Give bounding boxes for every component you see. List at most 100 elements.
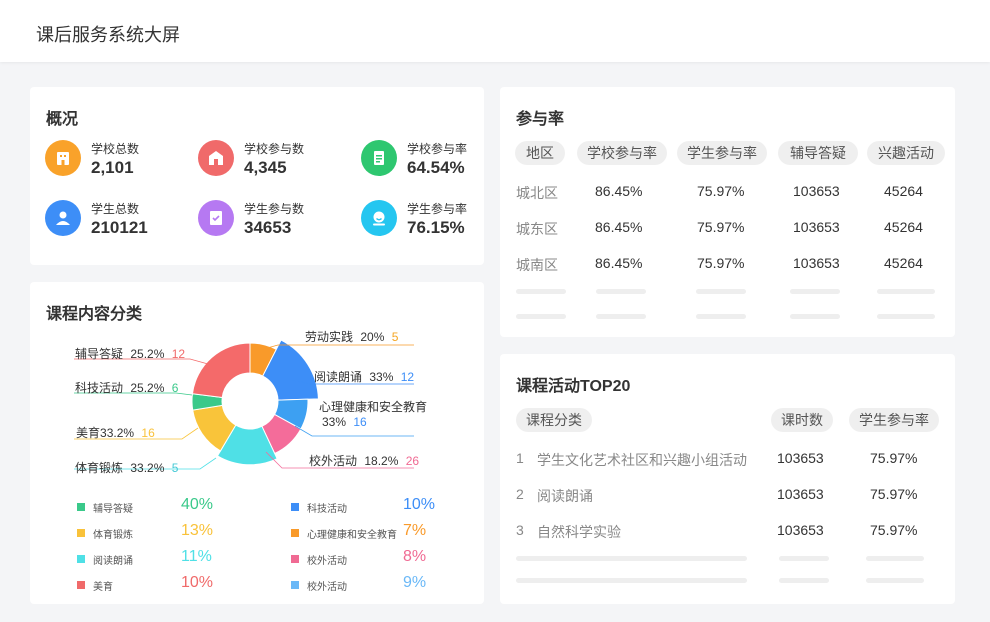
- course-content-card: 课程内容分类 劳动实践 20% 5 阅读朗诵 33% 12 心理健康和安全教育 …: [30, 282, 484, 604]
- legend-item: 校外活动 9%: [291, 574, 471, 594]
- slice-pct: 33%: [322, 415, 347, 429]
- slice-label-arts: 美育33.2% 16: [76, 424, 155, 441]
- table-cell: 45264: [884, 183, 923, 199]
- slice-name: 劳动实践: [305, 330, 354, 344]
- placeholder-bar: [866, 578, 924, 583]
- stat-label: 学生总数: [91, 202, 140, 216]
- stat-school-participation: 学校参与数 4,345: [198, 140, 348, 184]
- legend-pct: 40%: [181, 496, 214, 513]
- table-cell: 86.45%: [595, 255, 643, 271]
- course-name: 自然科学实验: [537, 524, 621, 540]
- slice-name: 辅导答疑: [75, 347, 124, 361]
- table-cell: 城南区: [516, 257, 558, 273]
- legend-item: 校外活动 8%: [291, 548, 471, 568]
- page-title: 课后服务系统大屏: [36, 25, 180, 45]
- slice-name: 体育锻炼: [75, 461, 124, 475]
- slice-label-mental-health-values: 33% 16: [322, 415, 367, 429]
- column-header[interactable]: 辅导答疑: [778, 141, 858, 165]
- overview-title: 概况: [46, 111, 79, 128]
- slice-pct: 33.2%: [130, 461, 165, 475]
- rank-number: 3: [516, 522, 524, 538]
- legend-label: 体育锻炼: [93, 530, 133, 541]
- stat-value: 4,345: [244, 158, 287, 177]
- legend-swatch: [77, 581, 85, 589]
- placeholder-bar: [696, 314, 746, 319]
- stat-label: 学校参与数: [244, 142, 305, 156]
- table-cell: 75.97%: [697, 183, 745, 199]
- column-header[interactable]: 兴趣活动: [867, 141, 945, 165]
- column-header[interactable]: 学生参与率: [677, 141, 767, 165]
- table-cell: 75.97%: [697, 255, 745, 271]
- column-header[interactable]: 课程分类: [516, 408, 592, 432]
- placeholder-bar: [779, 556, 829, 561]
- placeholder-bar: [790, 289, 840, 294]
- stat-value: 210121: [91, 218, 148, 237]
- stat-label: 学生参与率: [407, 202, 468, 216]
- legend-swatch: [291, 555, 299, 563]
- stat-school-rate: 学校参与率 64.54%: [361, 140, 511, 184]
- placeholder-bar: [596, 314, 646, 319]
- course-name: 阅读朗诵: [537, 488, 593, 504]
- table-cell: 城北区: [516, 185, 558, 201]
- table-cell: 103653: [777, 522, 824, 538]
- table-cell: 86.45%: [595, 183, 643, 199]
- legend-item: 辅导答疑 40%: [77, 496, 257, 516]
- slice-name: 美育: [76, 426, 101, 440]
- slice-name: 校外活动: [309, 454, 358, 468]
- slice-name: 阅读朗诵: [314, 370, 363, 384]
- legend-label: 阅读朗诵: [93, 556, 133, 567]
- column-header[interactable]: 地区: [515, 141, 565, 165]
- slice-name: 科技活动: [75, 381, 124, 395]
- column-header[interactable]: 学生参与率: [849, 408, 939, 432]
- slice-label-labor: 劳动实践 20% 5: [305, 328, 398, 345]
- table-cell: 103653: [777, 486, 824, 502]
- table-cell: 103653: [793, 255, 840, 271]
- slice-pct: 25.2%: [130, 347, 165, 361]
- top20-card: 课程活动TOP20 课程分类 课时数 学生参与率 1 学生文化艺术社区和兴趣小组…: [500, 354, 955, 604]
- legend-label: 美育: [93, 582, 113, 593]
- legend-pct: 9%: [403, 574, 427, 591]
- stat-value: 64.54%: [407, 158, 465, 177]
- legend-pct: 7%: [403, 522, 427, 539]
- legend-label: 校外活动: [307, 582, 347, 593]
- slice-pct: 33%: [369, 370, 394, 384]
- slice-label-tutoring: 辅导答疑 25.2% 12: [75, 345, 185, 362]
- legend-swatch: [291, 581, 299, 589]
- placeholder-bar: [596, 289, 646, 294]
- donut-slice[interactable]: [191, 342, 251, 399]
- column-header[interactable]: 课时数: [771, 408, 833, 432]
- legend-label: 科技活动: [307, 504, 347, 515]
- rank-number: 1: [516, 450, 524, 466]
- placeholder-bar: [516, 314, 566, 319]
- stat-label: 学校总数: [91, 142, 140, 156]
- legend-item: 科技活动 10%: [291, 496, 471, 516]
- legend-item: 体育锻炼 13%: [77, 522, 257, 542]
- placeholder-bar: [516, 578, 747, 583]
- rank-number: 2: [516, 486, 524, 502]
- document-icon: [361, 140, 397, 176]
- slice-num: 5: [171, 461, 179, 475]
- table-cell: 86.45%: [595, 219, 643, 235]
- legend-swatch: [77, 555, 85, 563]
- legend-label: 心理健康和安全教育: [307, 530, 397, 541]
- slice-num: 5: [391, 330, 399, 344]
- legend-swatch: [291, 503, 299, 511]
- legend-swatch: [291, 529, 299, 537]
- slice-num: 12: [400, 370, 415, 384]
- table-cell: 75.97%: [870, 450, 918, 466]
- slice-label-outdoor: 校外活动 18.2% 26: [309, 452, 419, 469]
- table-cell: 103653: [793, 183, 840, 199]
- stat-student-participation: 学生参与数 34653: [198, 200, 348, 244]
- table-cell: 75.97%: [870, 486, 918, 502]
- table-cell: 75.97%: [870, 522, 918, 538]
- table-cell: 45264: [884, 255, 923, 271]
- course-name: 学生文化艺术社区和兴趣小组活动: [537, 452, 747, 468]
- legend-pct: 10%: [181, 574, 214, 591]
- column-header[interactable]: 学校参与率: [577, 141, 667, 165]
- participation-title: 参与率: [516, 111, 565, 128]
- placeholder-bar: [516, 556, 747, 561]
- participation-card: 参与率 地区 学校参与率 学生参与率 辅导答疑 兴趣活动 城北区 86.45% …: [500, 87, 955, 337]
- placeholder-bar: [779, 578, 829, 583]
- stat-school-total: 学校总数 2,101: [45, 140, 195, 184]
- stat-student-rate: 学生参与率 76.15%: [361, 200, 511, 244]
